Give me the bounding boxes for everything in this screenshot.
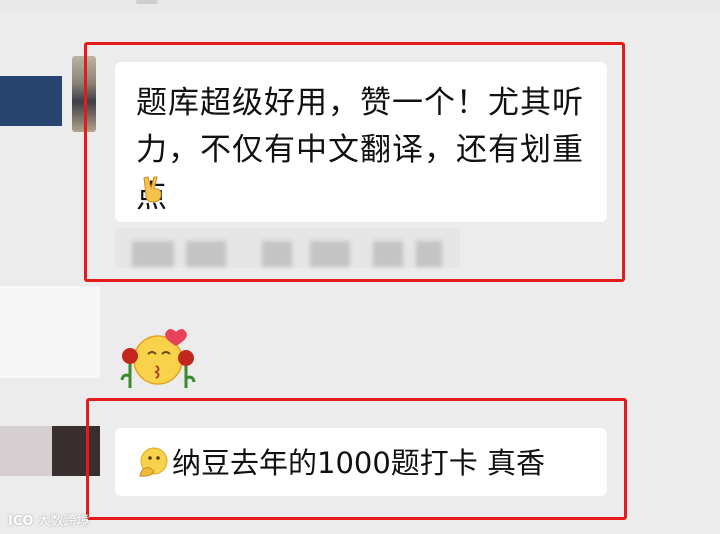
- watermark: ICO 大数跨境: [8, 510, 89, 529]
- watermark-logo: ICO: [8, 514, 34, 529]
- top-fragment: [136, 0, 158, 4]
- kiss-face-with-roses-icon[interactable]: [118, 324, 198, 394]
- highlight-frame: [86, 398, 627, 520]
- avatar: [0, 286, 100, 378]
- watermark-text: 大数跨境: [37, 514, 90, 529]
- top-strip: [0, 0, 720, 10]
- avatar[interactable]: [0, 426, 52, 476]
- avatar[interactable]: [0, 76, 62, 126]
- highlight-frame: [84, 42, 625, 282]
